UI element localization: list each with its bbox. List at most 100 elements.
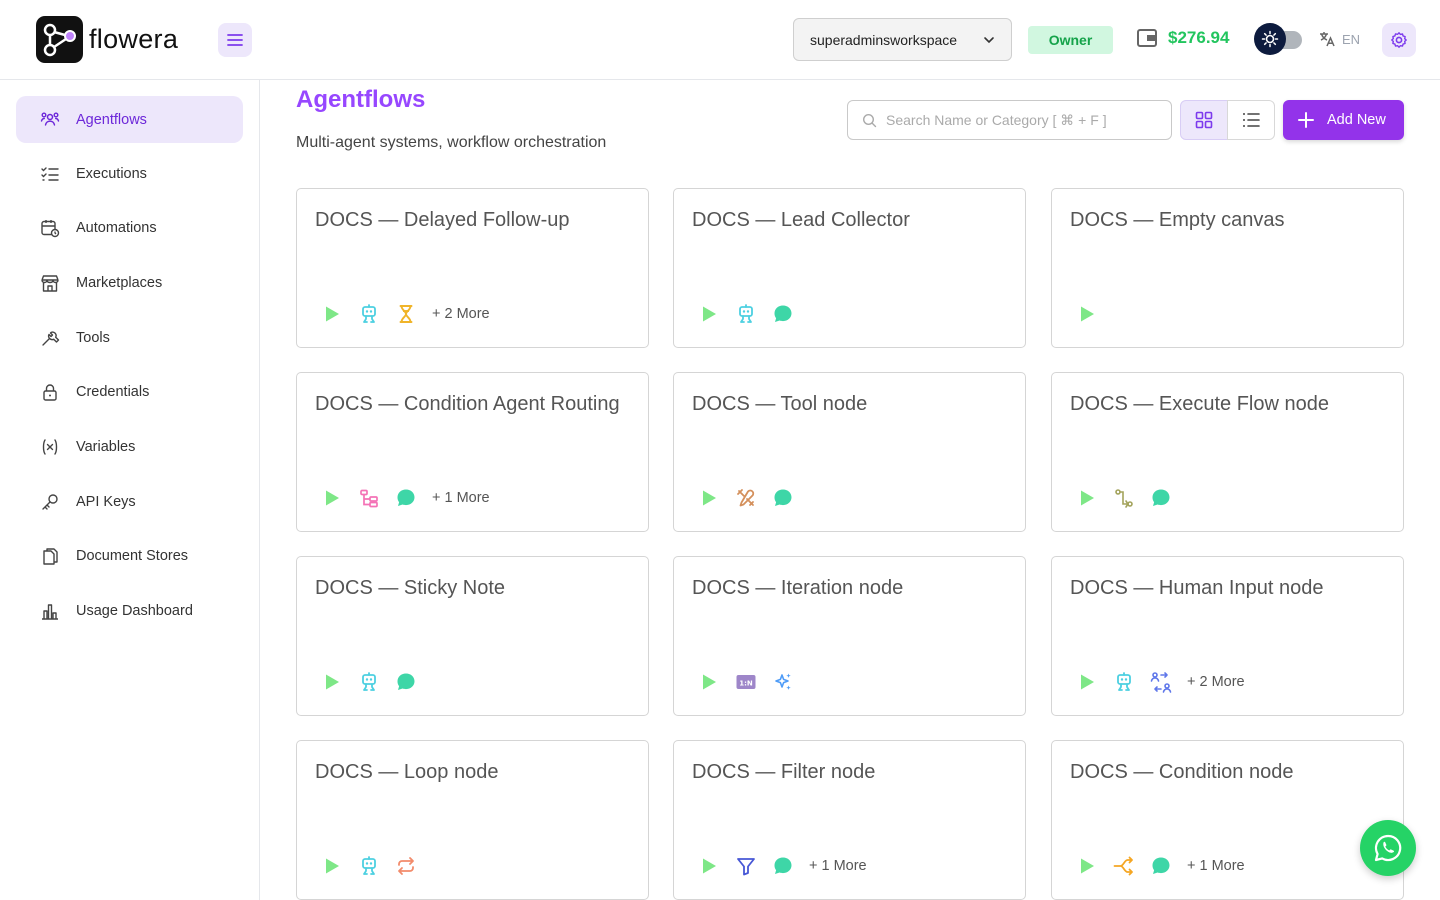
flow-card[interactable]: DOCS — Condition node + 1 More [1051,740,1404,900]
flow-card[interactable]: DOCS — Filter node + 1 More [673,740,1026,900]
sidebar-item-tools[interactable]: Tools [16,314,243,361]
sidebar: Agentflows Executions Automations Market… [0,80,260,900]
sidebar-item-document-stores[interactable]: Document Stores [16,532,243,579]
sidebar-item-label: API Keys [76,493,136,510]
llm-chat-icon [1150,487,1172,509]
settings-button[interactable] [1382,23,1416,57]
add-new-label: Add New [1327,112,1386,128]
workspace-select[interactable]: superadminsworkspace [793,18,1012,61]
chevron-down-icon [984,37,994,44]
flow-card[interactable]: DOCS — Execute Flow node [1051,372,1404,532]
more-nodes-label: + 1 More [1187,858,1245,874]
role-badge: Owner [1028,26,1113,54]
flow-node-icons: + 1 More [698,855,867,877]
flow-card[interactable]: DOCS — Empty canvas [1051,188,1404,348]
list-view-button[interactable] [1227,100,1275,140]
flow-card-title: DOCS — Filter node [692,761,876,783]
wallet-balance[interactable]: $276.94 [1136,28,1229,48]
logo[interactable]: flowera [36,16,178,63]
sidebar-item-automations[interactable]: Automations [16,204,243,251]
flow-node-icons: + 1 More [321,487,490,509]
wrench-icon [40,328,60,348]
sidebar-item-label: Executions [76,165,147,182]
flow-card-title: DOCS — Sticky Note [315,577,506,599]
flow-card[interactable]: DOCS — Loop node [296,740,649,900]
flow-card-title: DOCS — Delayed Follow-up [315,209,570,231]
sidebar-item-credentials[interactable]: Credentials [16,368,243,415]
agent-icon [358,855,380,877]
sidebar-item-label: Usage Dashboard [76,602,193,619]
sidebar-item-usage-dashboard[interactable]: Usage Dashboard [16,587,243,634]
bar-chart-icon [40,601,60,621]
start-icon [698,487,720,509]
translate-icon [1320,32,1335,47]
condition-icon [1113,855,1135,877]
svg-text:1:N: 1:N [739,680,753,688]
flow-node-icons: + 1 More [1076,855,1245,877]
sidebar-item-agentflows[interactable]: Agentflows [16,96,243,143]
sidebar-item-executions[interactable]: Executions [16,150,243,197]
flow-node-icons [321,671,417,693]
execute-flow-icon [1113,487,1135,509]
theme-toggle[interactable] [1254,23,1302,56]
logo-mark-icon [36,16,83,63]
search-placeholder: Search Name or Category [ ⌘ + F ] [886,111,1107,128]
plus-icon [1298,112,1314,128]
sidebar-item-label: Agentflows [76,111,147,128]
llm-chat-icon [395,487,417,509]
more-nodes-label: + 2 More [1187,674,1245,690]
documents-icon [40,546,60,566]
start-icon [321,671,343,693]
agent-icon [1113,671,1135,693]
top-bar: flowera superadminsworkspace Owner $276.… [0,0,1440,80]
sidebar-item-marketplaces[interactable]: Marketplaces [16,259,243,306]
start-icon [1076,487,1098,509]
iteration-icon: 1:N [735,671,757,693]
add-new-button[interactable]: Add New [1283,100,1404,140]
sidebar-item-label: Tools [76,329,110,346]
main-content: Agentflows Multi-agent systems, workflow… [261,80,1440,900]
flow-card[interactable]: DOCS — Delayed Follow-up + 2 More [296,188,649,348]
start-icon [321,487,343,509]
language-switcher[interactable]: EN [1318,30,1360,48]
flow-card[interactable]: DOCS — Iteration node 1:N [673,556,1026,716]
menu-toggle-button[interactable] [218,23,252,57]
flow-card-title: DOCS — Loop node [315,761,499,783]
flow-card[interactable]: DOCS — Lead Collector [673,188,1026,348]
llm-chat-icon [772,855,794,877]
flow-card[interactable]: DOCS — Sticky Note [296,556,649,716]
flow-card[interactable]: DOCS — Tool node [673,372,1026,532]
grid-icon [1195,111,1213,129]
sidebar-item-label: Variables [76,438,136,455]
more-nodes-label: + 1 More [432,490,490,506]
flow-card-title: DOCS — Empty canvas [1070,209,1285,231]
sparkles-icon [772,671,794,693]
variable-icon [40,437,60,457]
flow-node-icons [698,487,794,509]
sidebar-item-variables[interactable]: Variables [16,423,243,470]
list-icon [1243,113,1260,127]
whatsapp-button[interactable] [1360,820,1416,876]
flow-node-icons [698,303,794,325]
search-input[interactable]: Search Name or Category [ ⌘ + F ] [847,100,1172,140]
lock-icon [40,382,60,402]
flow-card[interactable]: DOCS — Condition Agent Routing + 1 More [296,372,649,532]
start-icon [698,303,720,325]
language-code: EN [1342,31,1361,47]
page-subtitle: Multi-agent systems, workflow orchestrat… [296,134,607,151]
sidebar-item-api-keys[interactable]: API Keys [16,478,243,525]
checklist-icon [40,164,60,184]
page-title: Agentflows [296,86,426,113]
llm-chat-icon [772,303,794,325]
flow-card[interactable]: DOCS — Human Input node + 2 More [1051,556,1404,716]
flow-card-title: DOCS — Lead Collector [692,209,910,231]
more-nodes-label: + 2 More [432,306,490,322]
flow-node-icons [321,855,417,877]
flow-node-icons: + 2 More [1076,671,1245,693]
whatsapp-icon [1374,834,1402,862]
hourglass-icon [395,303,417,325]
flow-card-title: DOCS — Tool node [692,393,868,415]
agent-icon [358,671,380,693]
human-input-icon [1150,671,1172,693]
grid-view-button[interactable] [1180,100,1228,140]
